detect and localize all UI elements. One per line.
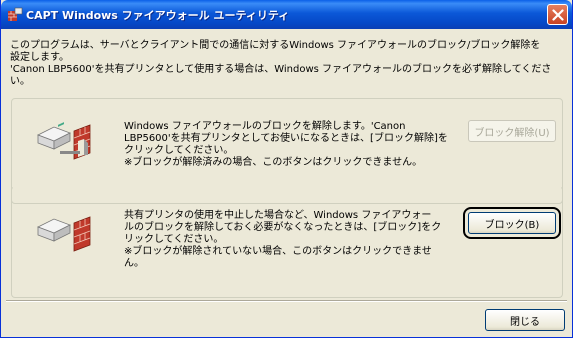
intro-line: 'Canon LBP5600'を共有プリンタとして使用する場合は、Windows… xyxy=(10,64,552,75)
block-desc-line: ん。 xyxy=(124,258,144,269)
unblock-desc-line: クリックしてください。 xyxy=(124,145,234,156)
block-desc-line: リックしてください。 xyxy=(124,234,224,245)
unblock-desc-line: ※ブロックが解除済みの場合、このボタンはクリックできません。 xyxy=(124,157,423,168)
firewall-app-icon xyxy=(8,7,23,21)
unblock-description: Windows ファイアウォールのブロックを解除します。'Canon LBP56… xyxy=(124,121,448,169)
intro-line: 設定します。 xyxy=(10,52,69,63)
intro-line: このプログラムは、サーバとクライアント間での通信に対するWindows ファイア… xyxy=(10,40,541,51)
utility-window: CAPT Windows ファイアウォール ユーティリティ このプログラムは、サ… xyxy=(0,0,573,338)
printer-firewall-open-icon xyxy=(37,122,91,160)
unblock-desc-line: Windows ファイアウォールのブロックを解除します。'Canon xyxy=(124,121,406,132)
intro-text: このプログラムは、サーバとクライアント間での通信に対するWindows ファイア… xyxy=(10,40,566,88)
printer-firewall-closed-icon xyxy=(37,216,91,252)
block-desc-line: ルのブロックを解除しておく必要がなくなったときは、[ブロック]をク xyxy=(124,222,442,233)
block-desc-line: ※ブロックが解除されていない場合、このボタンはクリックできませ xyxy=(124,246,432,257)
unblock-button[interactable]: ブロック解除(U) xyxy=(468,120,556,142)
footer-separator xyxy=(6,300,567,302)
block-section: 共有プリンタの使用を中止した場合など、Windows ファイアウォー ルのブロッ… xyxy=(11,186,563,298)
intro-line: い。 xyxy=(10,76,30,87)
unblock-desc-line: LBP5600'を共有プリンタとしてお使いになるときは、[ブロック解除]を xyxy=(124,133,448,144)
block-description: 共有プリンタの使用を中止した場合など、Windows ファイアウォー ルのブロッ… xyxy=(124,210,441,270)
close-button[interactable]: 閉じる xyxy=(485,309,565,331)
block-desc-line: 共有プリンタの使用を中止した場合など、Windows ファイアウォー xyxy=(124,210,432,221)
title-bar[interactable]: CAPT Windows ファイアウォール ユーティリティ xyxy=(1,0,572,29)
close-icon xyxy=(552,9,564,21)
window-title: CAPT Windows ファイアウォール ユーティリティ xyxy=(26,9,290,22)
block-button[interactable]: ブロック(B) xyxy=(463,207,561,239)
close-window-button[interactable] xyxy=(547,4,568,25)
